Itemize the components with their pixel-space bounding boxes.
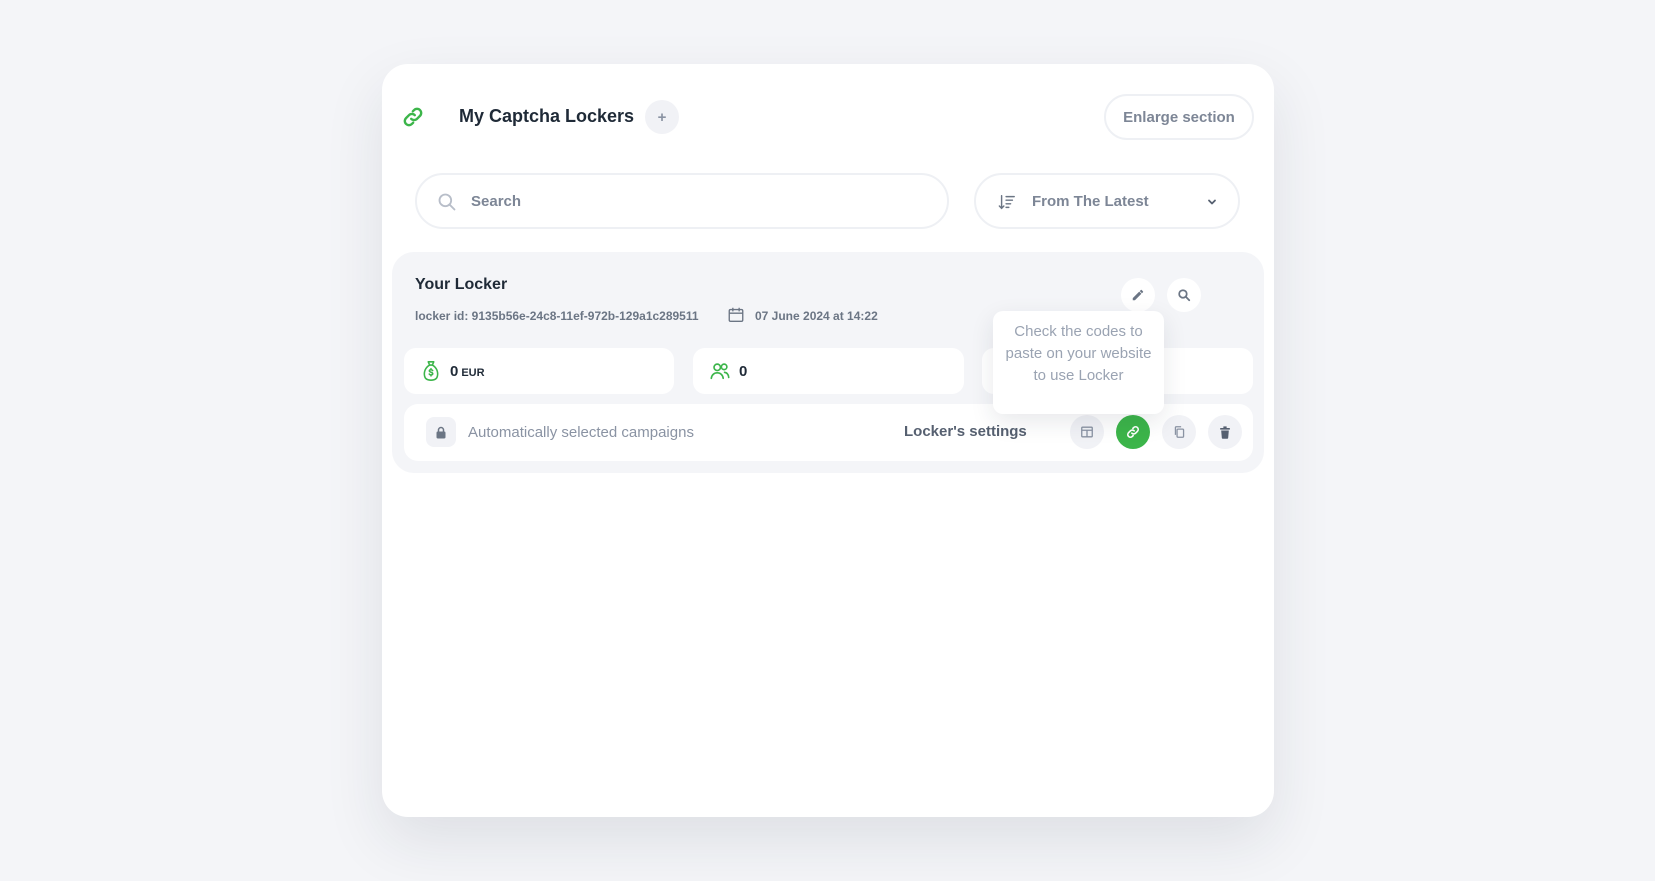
lock-badge	[426, 417, 456, 447]
pencil-icon	[1132, 289, 1144, 301]
page-background: My Captcha Lockers + Enlarge section Fro…	[0, 0, 1655, 881]
add-locker-button[interactable]: +	[645, 100, 679, 134]
campaigns-label: Automatically selected campaigns	[468, 424, 694, 441]
earnings-value: 0 EUR	[450, 363, 485, 380]
search-box[interactable]	[415, 173, 949, 229]
locker-date: 07 June 2024 at 14:22	[755, 309, 878, 323]
lockers-card: My Captcha Lockers + Enlarge section Fro…	[382, 64, 1274, 817]
link-icon	[1126, 425, 1140, 439]
sort-dropdown[interactable]: From The Latest	[974, 173, 1240, 229]
card-header: My Captcha Lockers + Enlarge section	[402, 94, 1254, 140]
locker-id: locker id: 9135b56e-24c8-11ef-972b-129a1…	[415, 309, 699, 323]
trash-icon	[1220, 425, 1230, 439]
page-title: My Captcha Lockers	[459, 106, 635, 126]
lock-icon	[436, 426, 446, 438]
edit-locker-button[interactable]	[1121, 278, 1155, 312]
sort-label: From The Latest	[1032, 193, 1149, 210]
enlarge-section-button[interactable]: Enlarge section	[1104, 94, 1254, 140]
link-icon	[403, 107, 423, 127]
users-stat: 0	[693, 348, 964, 394]
earnings-stat: 0 EUR	[404, 348, 674, 394]
layout-icon	[1081, 426, 1093, 438]
copy-button[interactable]	[1162, 415, 1196, 449]
search-icon	[438, 193, 456, 211]
users-icon	[710, 363, 730, 380]
codes-link-button[interactable]	[1116, 415, 1150, 449]
layout-button[interactable]	[1070, 415, 1104, 449]
earnings-currency: EUR	[461, 367, 485, 379]
magnifier-icon	[1178, 289, 1191, 302]
delete-button[interactable]	[1208, 415, 1242, 449]
preview-locker-button[interactable]	[1167, 278, 1201, 312]
codes-tooltip: Check the codes to paste on your website…	[993, 311, 1164, 414]
sort-icon	[998, 194, 1015, 210]
locker-name: Your Locker	[415, 276, 508, 293]
money-bag-icon	[423, 361, 439, 381]
users-value: 0	[739, 363, 748, 380]
copy-icon	[1174, 426, 1184, 438]
calendar-icon	[728, 307, 744, 322]
search-input[interactable]	[471, 185, 911, 217]
chevron-down-icon	[1208, 199, 1216, 205]
plus-icon: +	[657, 108, 667, 126]
lockers-settings-link[interactable]: Locker's settings	[904, 423, 1027, 440]
